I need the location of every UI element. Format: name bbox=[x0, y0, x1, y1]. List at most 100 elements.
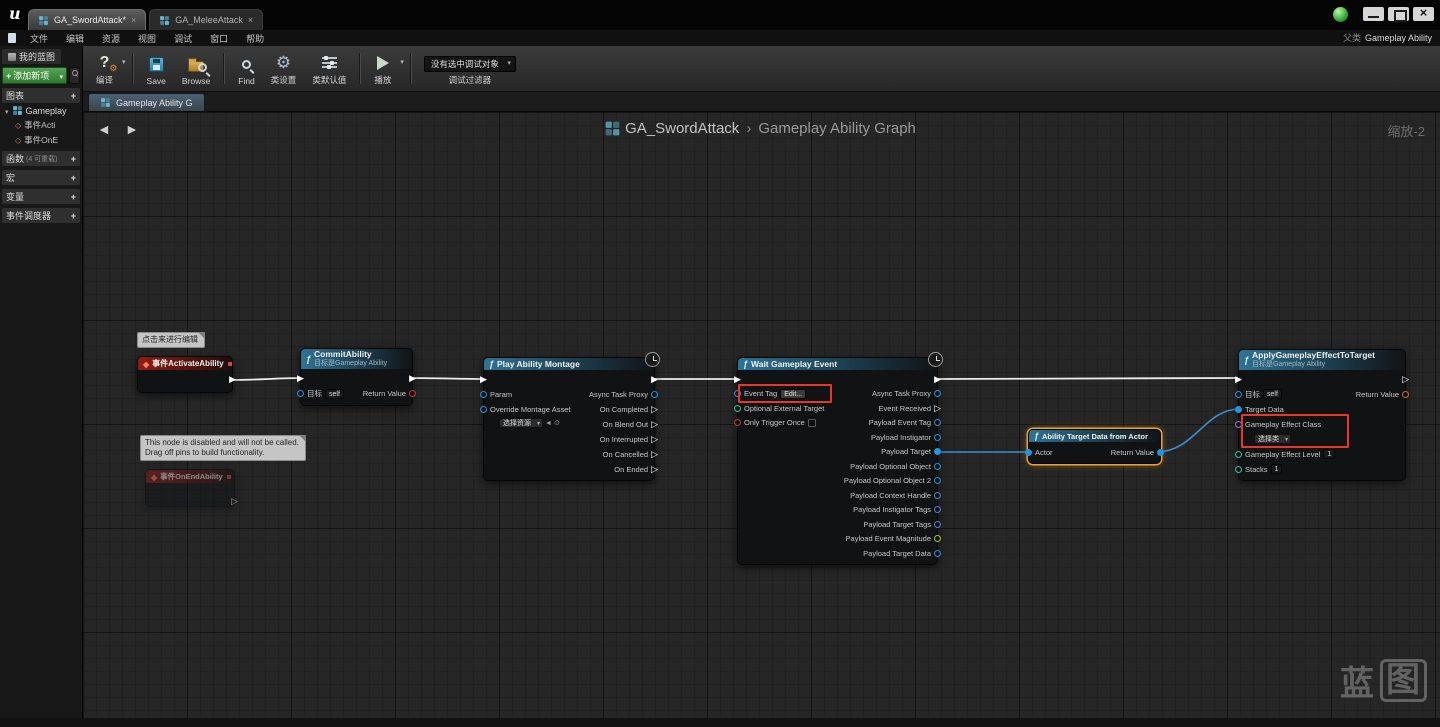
debug-object-dropdown[interactable]: 没有选中调试对象 bbox=[423, 56, 516, 72]
blueprint-graph-canvas[interactable]: GA_SwordAttack › Gameplay Ability Graph … bbox=[83, 112, 1440, 718]
menu-view[interactable]: 视图 bbox=[129, 32, 165, 45]
on-completed-exec-pin[interactable] bbox=[651, 405, 658, 414]
payload-event-magnitude-pin[interactable] bbox=[934, 535, 941, 543]
node-play-ability-montage[interactable]: Play Ability Montage Param Override Mont… bbox=[480, 352, 660, 481]
exec-out-pin[interactable] bbox=[934, 375, 941, 384]
exec-out-pin[interactable] bbox=[409, 374, 416, 383]
payload-target-data-pin[interactable] bbox=[934, 549, 941, 557]
graph-document-tab[interactable]: Gameplay Ability G bbox=[88, 93, 205, 111]
self-value-box[interactable]: self bbox=[325, 388, 344, 399]
window-close-button[interactable] bbox=[1413, 5, 1434, 21]
gameplay-effect-level-pin[interactable] bbox=[1235, 450, 1242, 458]
add-new-button[interactable]: 添加新项 bbox=[2, 67, 67, 84]
stacks-value[interactable]: 1 bbox=[1270, 464, 1283, 475]
on-cancelled-exec-pin[interactable] bbox=[651, 450, 658, 459]
section-functions[interactable]: 函数 (4 可重载) bbox=[2, 151, 80, 166]
find-button[interactable]: Find bbox=[231, 49, 262, 88]
parent-class-value[interactable]: Gameplay Ability bbox=[1365, 33, 1432, 43]
payload-event-tag-pin[interactable] bbox=[934, 419, 941, 427]
exec-in-pin[interactable] bbox=[297, 374, 304, 383]
exec-in-pin[interactable] bbox=[734, 375, 741, 384]
async-task-proxy-pin[interactable] bbox=[651, 391, 658, 398]
menu-asset[interactable]: 资源 bbox=[93, 32, 129, 45]
use-selected-asset-icon[interactable] bbox=[554, 420, 560, 427]
only-trigger-once-checkbox[interactable] bbox=[807, 418, 816, 427]
breadcrumb-root[interactable]: GA_SwordAttack bbox=[625, 120, 739, 137]
add-macro-icon[interactable] bbox=[71, 173, 76, 183]
self-value-box[interactable]: self bbox=[1263, 389, 1282, 400]
target-pin[interactable] bbox=[1235, 390, 1242, 398]
window-maximize-button[interactable] bbox=[1388, 7, 1409, 22]
payload-target-tags-pin[interactable] bbox=[934, 520, 941, 528]
search-toggle-icon[interactable] bbox=[69, 67, 80, 84]
menu-help[interactable]: 帮助 bbox=[237, 32, 273, 45]
node-event-on-end-ability[interactable]: 事件OnEndAbility bbox=[145, 469, 235, 507]
play-options-caret-icon[interactable] bbox=[400, 58, 404, 66]
compile-button[interactable]: 编译 bbox=[89, 49, 120, 88]
target-data-pin[interactable] bbox=[1235, 405, 1242, 413]
return-value-pin[interactable] bbox=[409, 390, 416, 398]
optional-external-target-pin[interactable] bbox=[734, 404, 741, 412]
section-macros[interactable]: 宏 bbox=[2, 170, 80, 185]
node-comment-bubble[interactable]: 点击来进行编辑 bbox=[137, 332, 205, 348]
payload-target-pin[interactable] bbox=[934, 448, 941, 456]
window-minimize-button[interactable] bbox=[1363, 7, 1384, 21]
payload-instigator-tags-pin[interactable] bbox=[934, 506, 941, 514]
add-function-icon[interactable] bbox=[71, 154, 76, 164]
menu-debug[interactable]: 调试 bbox=[165, 32, 201, 45]
exec-out-pin[interactable] bbox=[651, 375, 658, 384]
my-blueprint-tab[interactable]: 我的蓝图 bbox=[2, 49, 62, 64]
param-pin[interactable] bbox=[480, 391, 487, 398]
on-blend-out-exec-pin[interactable] bbox=[651, 420, 658, 429]
add-dispatcher-icon[interactable] bbox=[71, 211, 76, 221]
exec-in-pin[interactable] bbox=[1235, 375, 1242, 384]
payload-context-handle-pin[interactable] bbox=[934, 491, 941, 499]
exec-in-pin[interactable] bbox=[480, 375, 487, 384]
play-button[interactable]: 播放 bbox=[367, 49, 398, 88]
save-button[interactable]: Save bbox=[140, 49, 173, 88]
payload-optional-object-2-pin[interactable] bbox=[934, 477, 941, 485]
node-event-activate-ability[interactable]: 事件ActivateAbility bbox=[137, 356, 233, 393]
exec-out-pin[interactable] bbox=[229, 375, 236, 384]
sidebar-item-event-onend[interactable]: 事件OnE bbox=[0, 132, 82, 147]
close-tab-icon[interactable] bbox=[131, 16, 136, 25]
exec-out-pin[interactable] bbox=[1402, 375, 1409, 384]
target-pin[interactable] bbox=[297, 390, 304, 398]
asset-picker-dropdown[interactable]: 选择资源 bbox=[499, 418, 543, 429]
sidebar-item-event-activate[interactable]: 事件Acti bbox=[0, 117, 82, 132]
section-dispatchers[interactable]: 事件调度器 bbox=[2, 208, 80, 223]
sidebar-item-eventgraph[interactable]: Gameplay bbox=[0, 103, 82, 117]
close-tab-icon[interactable] bbox=[248, 16, 253, 25]
add-variable-icon[interactable] bbox=[71, 192, 76, 202]
class-defaults-button[interactable]: 类默认值 bbox=[305, 49, 353, 88]
asset-tab-meleeattack[interactable]: GA_MeleeAttack bbox=[149, 9, 264, 30]
compile-options-caret-icon[interactable] bbox=[122, 58, 126, 66]
class-settings-button[interactable]: 类设置 bbox=[264, 49, 304, 88]
menu-file[interactable]: 文件 bbox=[21, 32, 57, 45]
exec-out-pin[interactable] bbox=[231, 497, 238, 506]
event-received-exec-pin[interactable] bbox=[934, 404, 941, 413]
node-commit-ability[interactable]: CommitAbility 目标是Gameplay Ability 目标 sel… bbox=[297, 348, 416, 406]
add-graph-icon[interactable] bbox=[71, 91, 76, 101]
async-task-proxy-pin[interactable] bbox=[934, 390, 941, 398]
expand-caret-icon[interactable] bbox=[5, 106, 9, 116]
browse-button[interactable]: Browse bbox=[175, 49, 217, 88]
source-control-status-icon[interactable] bbox=[1333, 7, 1348, 22]
breadcrumb-leaf[interactable]: Gameplay Ability Graph bbox=[758, 120, 916, 137]
section-graphs[interactable]: 图表 bbox=[2, 88, 80, 103]
payload-optional-object-pin[interactable] bbox=[934, 462, 941, 470]
actor-pin[interactable] bbox=[1025, 448, 1032, 456]
menu-edit[interactable]: 编辑 bbox=[57, 32, 93, 45]
stacks-pin[interactable] bbox=[1235, 465, 1242, 473]
section-variables[interactable]: 变量 bbox=[2, 189, 80, 204]
menu-window[interactable]: 窗口 bbox=[201, 32, 237, 45]
payload-instigator-pin[interactable] bbox=[934, 433, 941, 441]
browse-to-asset-icon[interactable] bbox=[545, 420, 552, 427]
only-trigger-once-pin[interactable] bbox=[734, 419, 741, 427]
asset-tab-swordattack[interactable]: GA_SwordAttack* bbox=[28, 9, 147, 30]
return-value-pin[interactable] bbox=[1402, 390, 1409, 398]
override-montage-asset-pin[interactable] bbox=[480, 406, 487, 413]
node-ability-target-data-from-actor[interactable]: Ability Target Data from Actor Actor Ret… bbox=[1025, 429, 1164, 464]
return-value-pin[interactable] bbox=[1157, 448, 1164, 456]
gameplay-effect-level-value[interactable]: 1 bbox=[1323, 449, 1336, 460]
